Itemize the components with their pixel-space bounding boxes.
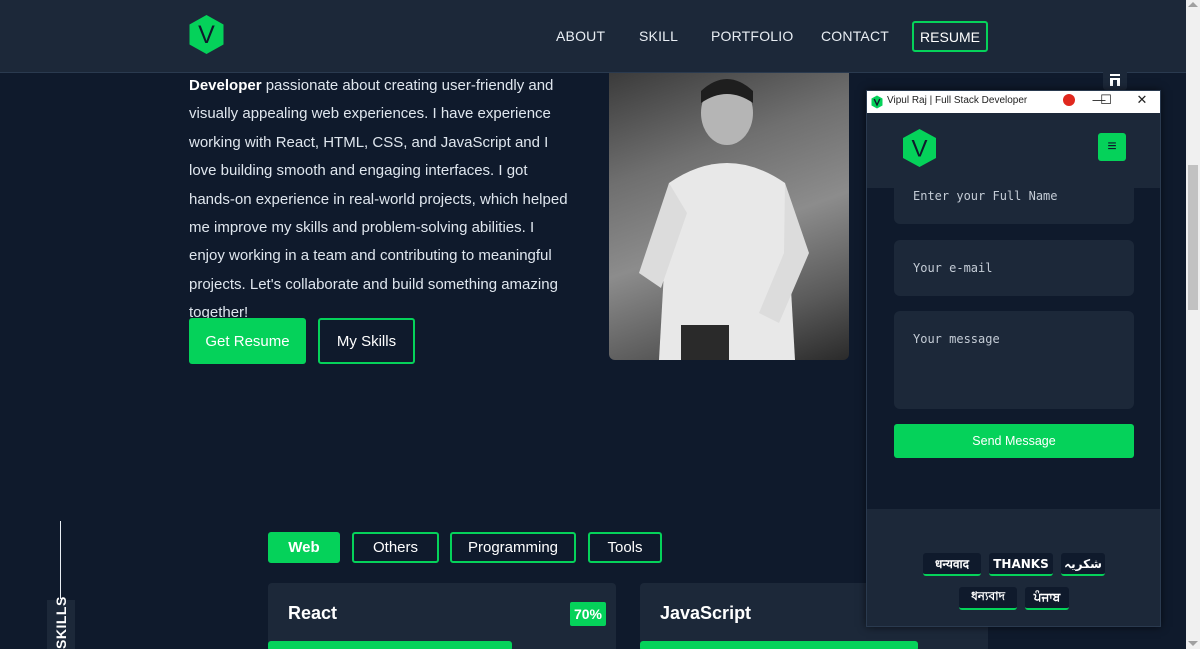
popup-footer: धन्यवाद THANKS شکریہ ধন্যবাদ ਪੰਜਾਬ xyxy=(867,509,1160,626)
resume-button[interactable]: RESUME xyxy=(912,21,988,52)
skill-card-react: React 70% xyxy=(268,583,616,649)
bookmark-icon xyxy=(1110,74,1120,86)
full-name-input[interactable]: Enter your Full Name xyxy=(894,188,1134,224)
thanks-badge-bengali: ধন্যবাদ xyxy=(959,587,1017,610)
skills-divider-line xyxy=(60,521,61,599)
scroll-down-icon[interactable] xyxy=(1188,641,1198,646)
popup-logo-icon[interactable]: V xyxy=(902,128,937,168)
logo-icon[interactable]: V xyxy=(188,14,225,55)
popup-window: Vipul Raj | Full Stack Developer — ☐ ✕ V… xyxy=(866,90,1161,627)
thanks-badge-hindi: धन्यवाद xyxy=(923,553,981,576)
skill-progress-bar xyxy=(640,641,919,649)
tab-web[interactable]: Web xyxy=(268,532,340,563)
tab-tools[interactable]: Tools xyxy=(588,532,662,563)
profile-photo xyxy=(609,73,849,360)
thanks-badge-english: THANKS xyxy=(989,553,1053,576)
skill-progress-bar xyxy=(268,641,512,649)
recording-indicator-icon xyxy=(1063,94,1075,106)
my-skills-button[interactable]: My Skills xyxy=(318,318,415,364)
popup-titlebar[interactable]: Vipul Raj | Full Stack Developer — xyxy=(867,91,1160,113)
nav-about[interactable]: ABOUT xyxy=(556,28,605,44)
thanks-badge-urdu: شکریہ xyxy=(1061,553,1105,576)
nav-portfolio[interactable]: PORTFOLIO xyxy=(711,28,793,44)
top-navbar: V ABOUT SKILL PORTFOLIO CONTACT RESUME xyxy=(0,0,1186,73)
skill-card-title: React xyxy=(288,603,338,623)
popup-logo-letter: V xyxy=(911,136,927,163)
email-input[interactable]: Your e-mail xyxy=(894,240,1134,296)
page-scrollbar[interactable] xyxy=(1186,0,1200,649)
close-icon[interactable]: ✕ xyxy=(1132,92,1152,108)
scroll-up-icon[interactable] xyxy=(1188,2,1198,7)
thanks-badge-punjabi: ਪੰਜਾਬ xyxy=(1025,587,1069,610)
tab-others[interactable]: Others xyxy=(352,532,439,563)
about-body-text: passionate about creating user-friendly … xyxy=(189,77,568,322)
maximize-glyph[interactable]: ☐ xyxy=(1096,92,1116,108)
skill-card-title: JavaScript xyxy=(660,603,752,623)
popup-header: V ≡ xyxy=(867,113,1160,188)
skills-vertical-label: SKILLS xyxy=(53,596,69,649)
about-paragraph: Developer passionate about creating user… xyxy=(189,72,569,328)
tab-programming[interactable]: Programming xyxy=(450,532,576,563)
send-message-button[interactable]: Send Message xyxy=(894,424,1134,458)
message-textarea[interactable]: Your message xyxy=(894,311,1134,409)
floating-widget-icon[interactable] xyxy=(1103,70,1127,90)
skill-percent-badge: 70% xyxy=(569,602,606,626)
logo-letter: V xyxy=(198,21,215,49)
nav-contact[interactable]: CONTACT xyxy=(821,28,889,44)
get-resume-button[interactable]: Get Resume xyxy=(189,318,306,364)
favicon-icon xyxy=(871,95,883,109)
nav-skill[interactable]: SKILL xyxy=(639,28,678,44)
about-bold-lead: Developer xyxy=(189,77,262,94)
scroll-thumb[interactable] xyxy=(1188,165,1198,310)
hamburger-menu-icon[interactable]: ≡ xyxy=(1098,133,1126,161)
profile-photo-figure xyxy=(639,79,809,360)
popup-window-title: Vipul Raj | Full Stack Developer xyxy=(887,95,1028,106)
